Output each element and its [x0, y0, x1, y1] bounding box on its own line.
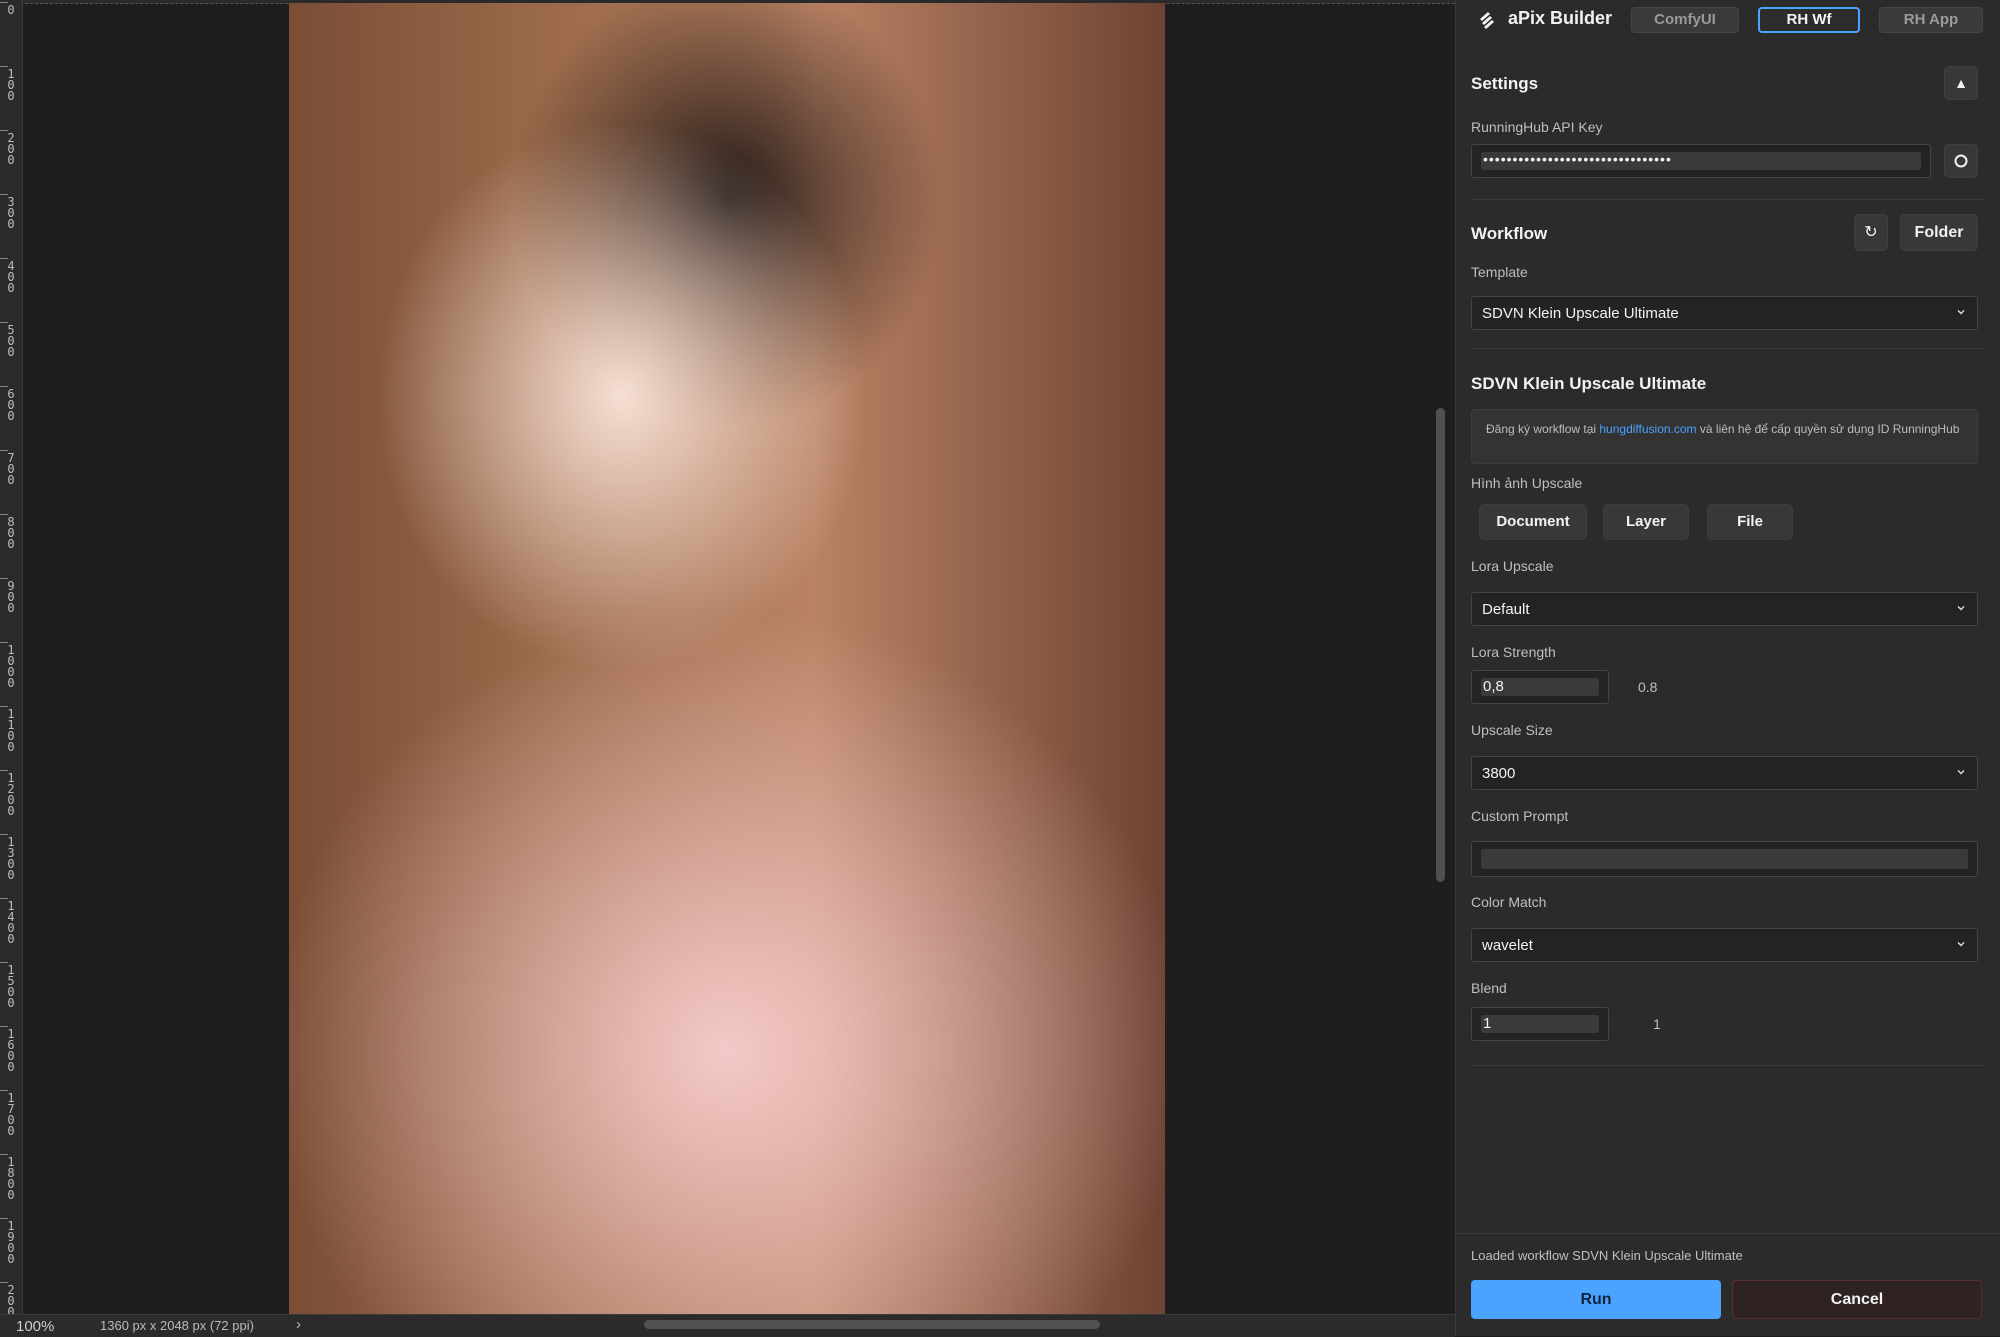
left-ruler: 0 100 200 300 400 500 600 700 800 900 1000 1100 1200…: [0, 0, 23, 1329]
status-menu-arrow-icon[interactable]: ›: [296, 1316, 301, 1333]
ruler-label: 100: [7, 67, 15, 103]
settings-title: Settings: [1471, 74, 1539, 93]
document-canvas-area[interactable]: 0 100 200 300 400 500 600 700 800 900 1000 1100 1200…: [0, 0, 1455, 1337]
zoom-level[interactable]: 100%: [16, 1318, 54, 1335]
blend-label: Blend: [1471, 980, 1507, 996]
status-bar: 100% 1360 px x 2048 px (72 ppi) ›: [0, 1314, 1455, 1337]
ruler-label: 1900: [7, 1219, 15, 1266]
lora-strength-input-value: 0,8: [1483, 678, 1504, 695]
eye-icon: [1954, 154, 1968, 168]
ruler-label: 1500: [7, 963, 15, 1010]
tab-rh-app[interactable]: RH App: [1879, 7, 1983, 33]
document-photo[interactable]: [289, 3, 1165, 1314]
document-info: 1360 px x 2048 px (72 ppi): [100, 1318, 254, 1333]
form-title: SDVN Klein Upscale Ultimate: [1471, 374, 1707, 393]
settings-divider: [1471, 199, 1985, 200]
footer-divider: [1456, 1233, 2000, 1234]
note-link[interactable]: hungdiffusion.com: [1599, 422, 1696, 436]
ruler-label: 200: [7, 131, 15, 167]
template-select-value: SDVN Klein Upscale Ultimate: [1482, 305, 1679, 322]
ruler-label: 400: [7, 259, 15, 295]
color-match-select[interactable]: wavelet: [1471, 928, 1978, 962]
lora-strength-input[interactable]: 0,8: [1471, 670, 1609, 704]
workflow-note: Đăng ký workflow tại hungdiffusion.com v…: [1471, 409, 1978, 464]
custom-prompt-label: Custom Prompt: [1471, 808, 1569, 824]
workflow-title: Workflow: [1471, 224, 1548, 243]
panel-title: aPix Builder: [1508, 8, 1613, 28]
custom-prompt-input-fill: [1481, 849, 1968, 869]
ruler-label: 0: [7, 3, 15, 17]
color-match-label: Color Match: [1471, 894, 1547, 910]
lora-upscale-value: Default: [1482, 601, 1530, 618]
chevron-up-icon: ▲: [1954, 75, 1968, 91]
settings-collapse-button[interactable]: ▲: [1944, 66, 1978, 100]
lora-upscale-label: Lora Upscale: [1471, 558, 1554, 574]
ruler-label: 1700: [7, 1091, 15, 1138]
ruler-label: 800: [7, 515, 15, 551]
ruler-label: 1000: [7, 643, 15, 690]
template-select[interactable]: SDVN Klein Upscale Ultimate: [1471, 296, 1978, 330]
upscale-size-select[interactable]: 3800: [1471, 756, 1978, 790]
tab-rh-wf[interactable]: RH Wf: [1758, 7, 1860, 33]
lora-strength-label: Lora Strength: [1471, 644, 1556, 660]
note-suffix: và liên hệ để cấp quyền sử dụng ID Runni…: [1696, 422, 1960, 436]
template-label: Template: [1471, 264, 1528, 280]
upscale-size-value: 3800: [1482, 765, 1516, 782]
ruler-label: 900: [7, 579, 15, 615]
run-button[interactable]: Run: [1471, 1280, 1721, 1319]
ruler-label: 1100: [7, 707, 15, 754]
photo-content: [289, 3, 1165, 1314]
chevron-down-icon: [1957, 942, 1965, 947]
tab-comfyui[interactable]: ComfyUI: [1631, 7, 1739, 33]
vertical-scrollbar[interactable]: [1436, 408, 1445, 882]
api-key-label: RunningHub API Key: [1471, 119, 1603, 135]
chevron-down-icon: [1957, 606, 1965, 611]
ruler-label: 1600: [7, 1027, 15, 1074]
blend-input[interactable]: 1: [1471, 1007, 1609, 1041]
ruler-label: 700: [7, 451, 15, 487]
refresh-button[interactable]: ↻: [1854, 214, 1888, 251]
lora-strength-value: 0.8: [1638, 679, 1658, 695]
source-layer-button[interactable]: Layer: [1603, 504, 1689, 540]
status-text: Loaded workflow SDVN Klein Upscale Ultim…: [1471, 1248, 1743, 1263]
apix-logo-icon: [1480, 12, 1494, 29]
chevron-down-icon: [1957, 310, 1965, 315]
chevron-down-icon: [1957, 770, 1965, 775]
lora-upscale-select[interactable]: Default: [1471, 592, 1978, 626]
source-document-button[interactable]: Document: [1479, 504, 1587, 540]
image-upscale-label: Hình ảnh Upscale: [1471, 475, 1583, 491]
blend-input-value: 1: [1483, 1015, 1492, 1032]
api-key-value: ••••••••••••••••••••••••••••••••: [1483, 151, 1672, 167]
refresh-icon: ↻: [1864, 224, 1878, 241]
form-divider: [1471, 1065, 1985, 1066]
ruler-label: 1200: [7, 771, 15, 818]
blend-value: 1: [1653, 1016, 1661, 1032]
ruler-label: 1800: [7, 1155, 15, 1202]
horizontal-scrollbar[interactable]: [644, 1320, 1100, 1329]
workflow-divider: [1471, 348, 1985, 349]
apix-builder-panel: aPix Builder ComfyUI RH Wf RH App Settin…: [1455, 0, 2000, 1336]
api-key-input[interactable]: ••••••••••••••••••••••••••••••••: [1471, 144, 1931, 178]
ruler-label: 300: [7, 195, 15, 231]
note-prefix: Đăng ký workflow tại: [1486, 422, 1600, 436]
custom-prompt-input[interactable]: [1471, 841, 1978, 877]
ruler-label: 1400: [7, 899, 15, 946]
ruler-label: 600: [7, 387, 15, 423]
ruler-label: 1300: [7, 835, 15, 882]
source-file-button[interactable]: File: [1707, 504, 1793, 540]
blend-input-fill: [1481, 1015, 1599, 1033]
cancel-button[interactable]: Cancel: [1732, 1280, 1982, 1319]
ruler-label: 500: [7, 323, 15, 359]
folder-button[interactable]: Folder: [1900, 214, 1978, 251]
reveal-key-button[interactable]: [1944, 144, 1978, 178]
upscale-size-label: Upscale Size: [1471, 722, 1553, 738]
color-match-value: wavelet: [1482, 937, 1533, 954]
